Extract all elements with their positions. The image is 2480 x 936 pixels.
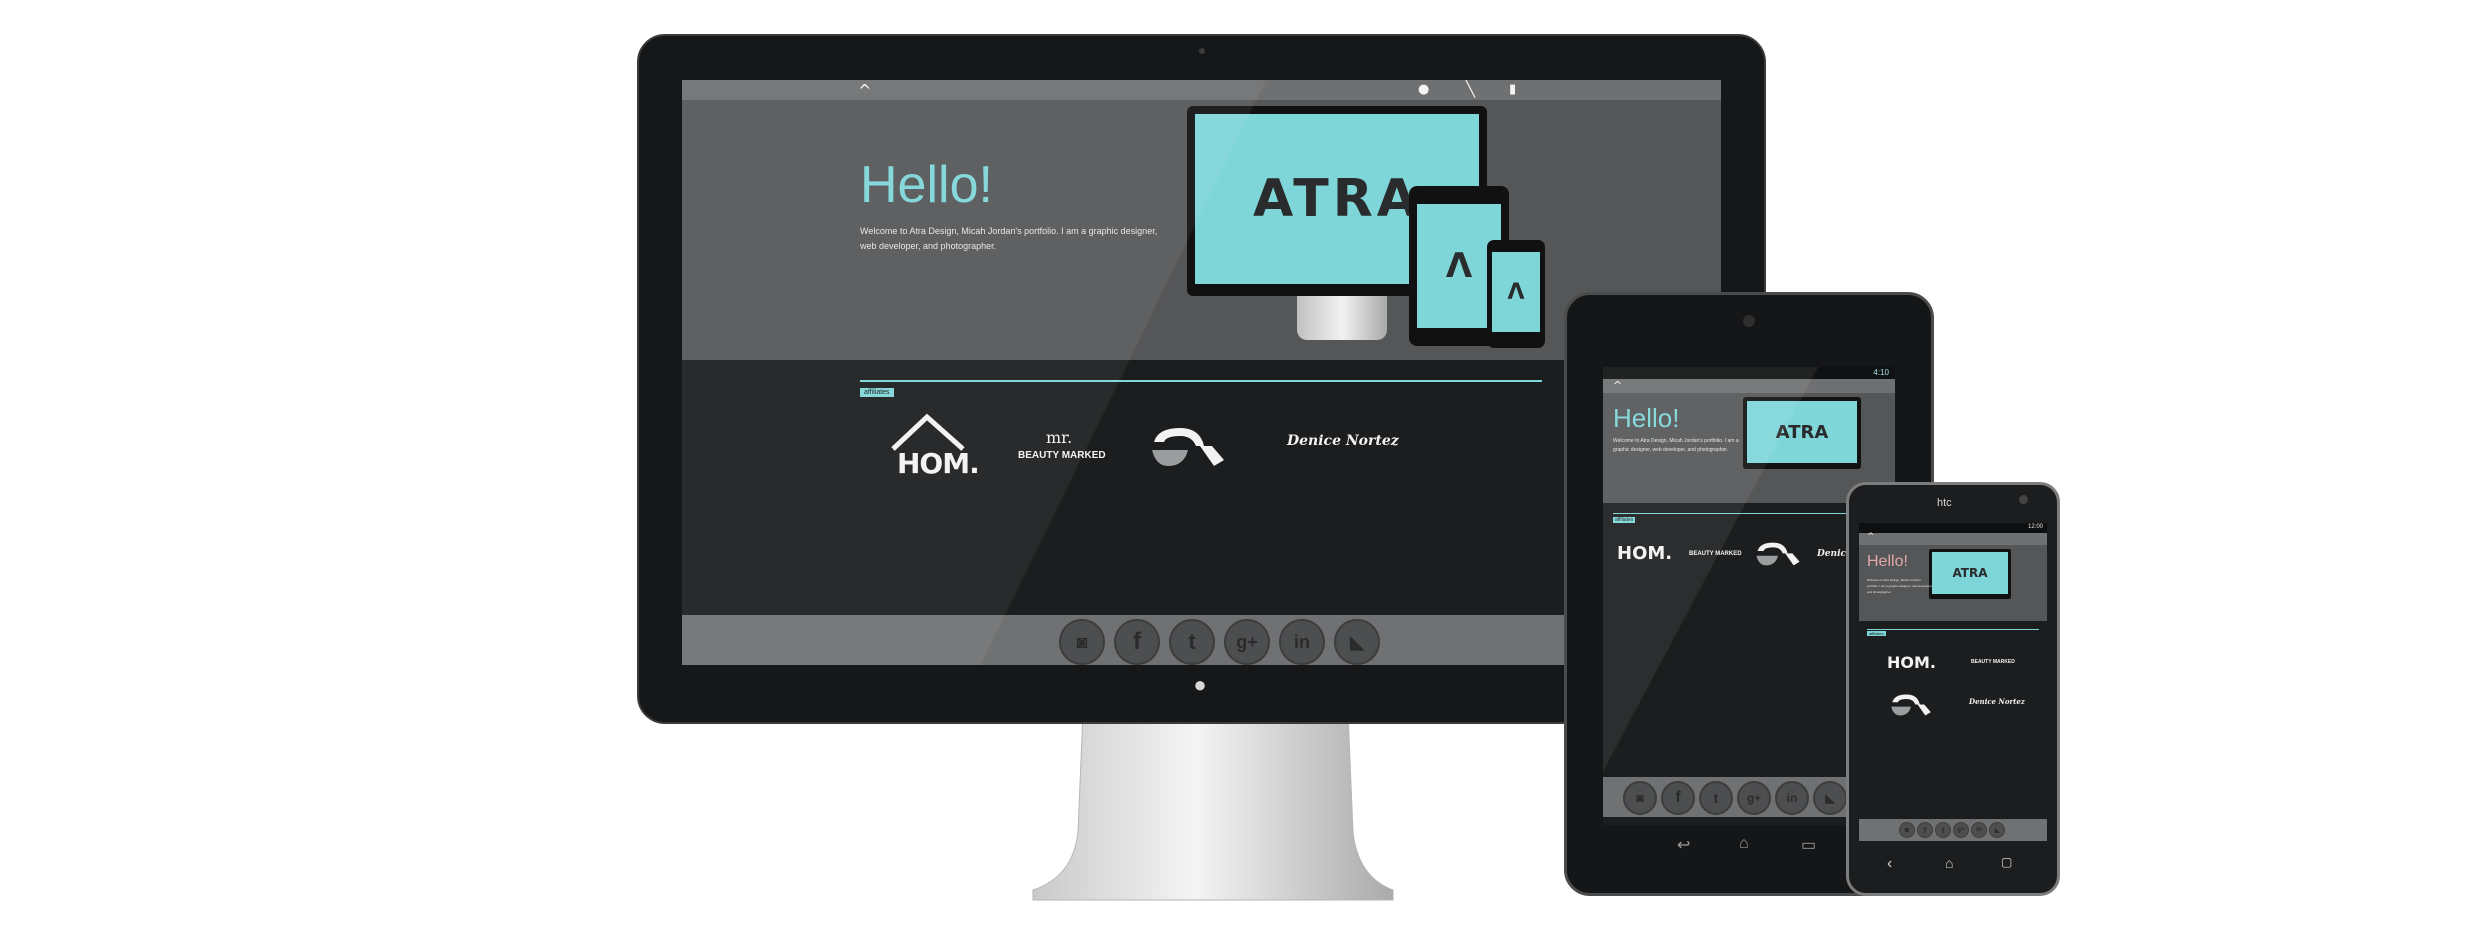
social-google-plus-icon[interactable]: g+ — [1224, 619, 1270, 665]
tablet-social-vimeo-icon[interactable]: ◣ — [1813, 781, 1847, 815]
phone-logo-icon[interactable]: ^ — [1867, 532, 1875, 542]
social-facebook-icon[interactable]: f — [1114, 619, 1160, 665]
tablet-top-nav — [1603, 379, 1895, 393]
phone-dk-logo-icon[interactable] — [1889, 691, 1933, 719]
illustration-phone-mark: Λ — [1492, 252, 1540, 332]
document-icon[interactable]: ▮ — [1509, 82, 1516, 97]
logo-nav-icon[interactable]: ^ — [858, 81, 871, 100]
tablet-back-button[interactable]: ↩ — [1677, 835, 1690, 855]
phone-recents-button[interactable]: ▢ — [2001, 855, 2012, 869]
phone-top-nav — [1859, 533, 2047, 545]
hero-intro: Welcome to Atra Design, Micah Jordan's p… — [860, 226, 1158, 251]
phone-status-time: 12:00 — [2027, 524, 2043, 530]
tablet-status-time: 4:10 — [1873, 368, 1889, 377]
webcam — [1199, 48, 1205, 54]
tablet-recents-button[interactable]: ▭ — [1801, 835, 1816, 855]
illustration-stand — [1297, 296, 1387, 340]
tablet-hero-intro: Welcome to Atra Design, Micah Jordan's p… — [1613, 438, 1739, 453]
tablet-social-twitter-icon[interactable]: t — [1699, 781, 1733, 815]
beauty-marked-text: BEAUTY MARKED — [1018, 450, 1106, 461]
tablet-hero-image: ATRA — [1743, 397, 1861, 469]
hero-devices-image: ATRA Λ Λ — [1187, 106, 1567, 348]
phone-hero-intro: Welcome to Atra Design, Micah Jordan's p… — [1867, 578, 1933, 594]
monitor-stand — [1028, 711, 1398, 902]
denice-nortez-logo[interactable]: Denice Nortez — [1287, 433, 1399, 449]
hero-title: Hello! — [860, 156, 993, 214]
phone-hom-logo[interactable]: HOM. — [1887, 653, 1936, 672]
social-twitter-icon[interactable]: t — [1169, 619, 1215, 665]
tablet-hero-title: Hello! — [1613, 403, 1680, 433]
beauty-marked-small: mr. — [1046, 428, 1073, 447]
illustration-phone: Λ — [1487, 240, 1545, 348]
phone-aff-tag: affiliates — [1867, 631, 1886, 636]
phone-social-google-plus-icon[interactable]: g+ — [1953, 822, 1969, 838]
tablet-home-button[interactable]: ⌂ — [1739, 835, 1749, 853]
dk-logo-icon[interactable] — [1148, 422, 1228, 472]
phone-denice-logo[interactable]: Denice Nortez — [1969, 697, 2025, 706]
tablet-logo-icon[interactable]: ^ — [1613, 379, 1622, 392]
phone-home-button[interactable]: ⌂ — [1945, 855, 1953, 871]
phone-social-linkedin-icon[interactable]: in — [1971, 822, 1987, 838]
tablet-social-linkedin-icon[interactable]: in — [1775, 781, 1809, 815]
tablet-social-google-plus-icon[interactable]: g+ — [1737, 781, 1771, 815]
tablet-hero-brand: ATRA — [1747, 401, 1857, 463]
apple-logo-icon: ● — [1193, 672, 1207, 697]
phone-camera — [2019, 495, 2028, 504]
pen-icon[interactable]: ╲ — [1466, 80, 1475, 98]
tablet-status-bar — [1603, 367, 1895, 379]
phone-hero-brand: ATRA — [1932, 552, 2008, 594]
beauty-marked-logo[interactable]: mr. BEAUTY MARKED — [1018, 428, 1128, 478]
social-linkedin-icon[interactable]: in — [1279, 619, 1325, 665]
phone-beauty-logo[interactable]: BEAUTY MARKED — [1971, 659, 2015, 665]
tablet-beauty-logo[interactable]: BEAUTY MARKED — [1689, 551, 1742, 557]
phone-hero-title: Hello! — [1867, 553, 1908, 570]
hom-logo[interactable]: HOM. — [885, 413, 980, 483]
tablet-social-instagram-icon[interactable]: ◙ — [1623, 781, 1657, 815]
phone-social-facebook-icon[interactable]: f — [1917, 822, 1933, 838]
phone-hero-image: ATRA — [1929, 549, 2011, 599]
phone-back-button[interactable]: ‹ — [1887, 855, 1892, 873]
phone-social-twitter-icon[interactable]: t — [1935, 822, 1951, 838]
user-icon[interactable]: ● — [1418, 82, 1429, 97]
hom-logo-text: HOM. — [897, 447, 980, 480]
phone-social-instagram-icon[interactable]: ◙ — [1899, 822, 1915, 838]
phone-status-bar — [1859, 523, 2047, 533]
top-nav-bar — [682, 80, 1721, 100]
phone-screen: 12:00 ^ ATRA Hello! Welcome to Atra Desi… — [1859, 523, 2047, 843]
phone-device: htc 12:00 ^ ATRA Hello! Welcome to Atra … — [1846, 482, 2060, 896]
affiliates-tag: affiliates — [860, 388, 894, 397]
tablet-hom-logo[interactable]: HOM. — [1617, 543, 1672, 564]
tablet-camera — [1743, 315, 1755, 327]
phone-brand: htc — [1937, 497, 1952, 509]
tablet-social-facebook-icon[interactable]: f — [1661, 781, 1695, 815]
tablet-dk-logo-icon[interactable] — [1753, 539, 1803, 569]
affiliates-divider — [860, 380, 1542, 382]
phone-aff-divider — [1867, 629, 2039, 630]
tablet-aff-tag: affiliates — [1613, 517, 1636, 523]
phone-social-vimeo-icon[interactable]: ◣ — [1989, 822, 2005, 838]
social-instagram-icon[interactable]: ◙ — [1059, 619, 1105, 665]
social-vimeo-icon[interactable]: ◣ — [1334, 619, 1380, 665]
